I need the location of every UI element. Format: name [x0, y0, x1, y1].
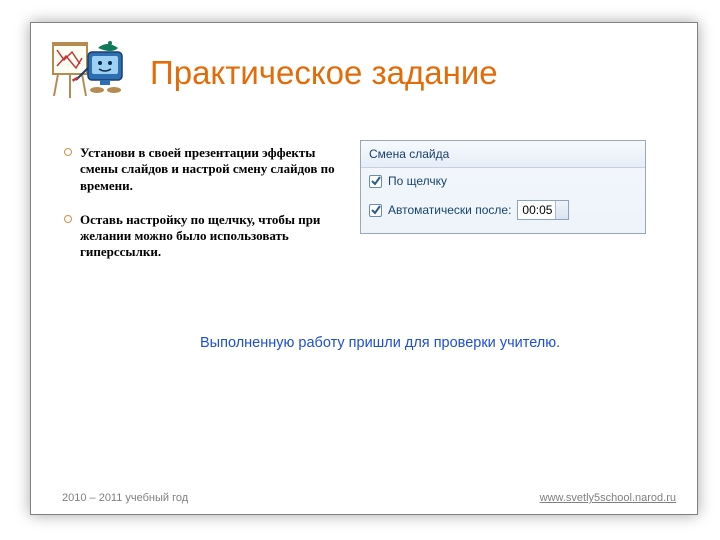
bullet-text: Оставь настройку по щелчку, чтобы при же… [80, 212, 344, 261]
slide-header: Практическое задание [52, 38, 680, 108]
bullet-item: Оставь настройку по щелчку, чтобы при же… [64, 212, 344, 261]
footer-year: 2010 – 2011 учебный год [62, 492, 188, 504]
option-on-click-label: По щелчку [388, 174, 447, 188]
checkbox-auto-after[interactable] [369, 204, 382, 217]
slide-transition-panel: Смена слайда По щелчку Автоматически пос… [360, 140, 646, 234]
bullet-list: Установи в своей презентации эффекты сме… [64, 145, 344, 279]
footer-url: www.svetly5school.narod.ru [540, 492, 676, 504]
option-on-click-row: По щелчку [361, 168, 645, 194]
time-spinner[interactable]: 00:05 [517, 200, 569, 220]
bullet-item: Установи в своей презентации эффекты сме… [64, 145, 344, 194]
option-auto-after-label: Автоматически после: [388, 203, 511, 217]
slide-title: Практическое задание [150, 54, 498, 92]
clipart-monitor-easel [52, 38, 132, 108]
time-value: 00:05 [522, 203, 552, 217]
bullet-icon [64, 215, 72, 223]
checkbox-on-click[interactable] [369, 175, 382, 188]
submit-instruction: Выполненную работу пришли для проверки у… [200, 335, 680, 351]
option-auto-after-row: Автоматически после: 00:05 [361, 194, 645, 226]
panel-title: Смена слайда [361, 141, 645, 168]
bullet-text: Установи в своей презентации эффекты сме… [80, 145, 344, 194]
bullet-icon [64, 148, 72, 156]
